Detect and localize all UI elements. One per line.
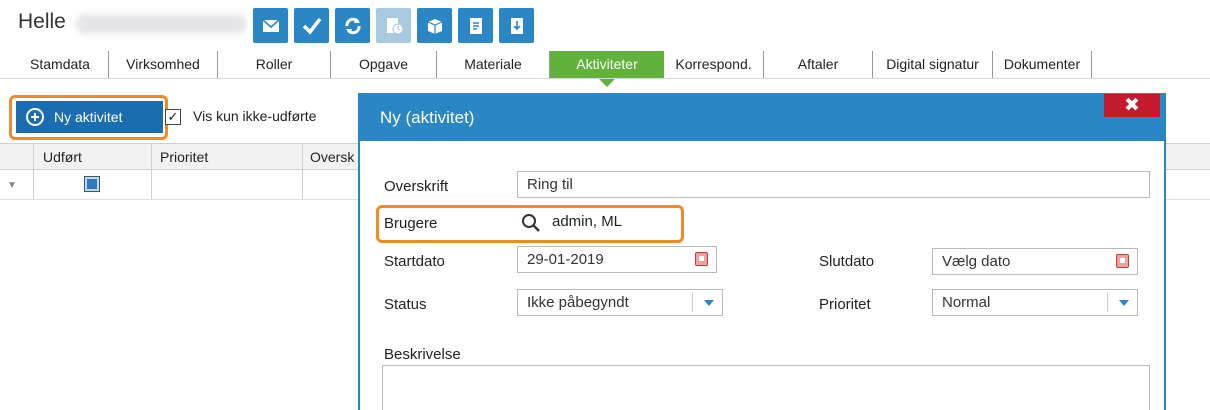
overskrift-field[interactable]: Ring til bbox=[517, 171, 1150, 198]
startdato-label: Startdato bbox=[384, 253, 445, 270]
new-activity-dialog: Ny (aktivitet) ✖ Overskrift Ring til Bru… bbox=[358, 93, 1166, 410]
tabs-divider bbox=[0, 78, 1210, 79]
tab-materiale[interactable]: Materiale bbox=[437, 51, 550, 78]
tab-aktiviteter[interactable]: Aktiviteter bbox=[550, 51, 664, 87]
brugere-value: admin, ML bbox=[552, 213, 623, 230]
plus-circle-icon bbox=[26, 108, 44, 126]
new-activity-label: Ny aktivitet bbox=[54, 109, 123, 125]
refresh-button[interactable] bbox=[335, 8, 370, 43]
download-document-icon bbox=[510, 17, 523, 34]
brugere-label: Brugere bbox=[384, 215, 438, 232]
download-button[interactable] bbox=[499, 8, 534, 43]
record-title: Helle bbox=[18, 10, 66, 33]
show-only-incomplete-label: Vis kun ikke-udførte bbox=[193, 108, 317, 124]
udfort-filter-checkbox[interactable] bbox=[84, 176, 100, 192]
envelope-icon bbox=[261, 18, 280, 32]
redacted-name bbox=[76, 14, 246, 34]
prioritet-select[interactable]: Normal bbox=[932, 289, 1138, 316]
beskrivelse-label: Beskrivelse bbox=[384, 346, 461, 363]
column-header-prioritet[interactable]: Prioritet bbox=[160, 149, 208, 165]
slutdato-field[interactable]: Vælg dato bbox=[932, 248, 1138, 275]
new-activity-button[interactable]: Ny aktivitet bbox=[16, 101, 163, 133]
chevron-down-icon[interactable] bbox=[1119, 300, 1129, 306]
dialog-header: Ny (aktivitet) bbox=[360, 95, 1164, 141]
tab-virksomhed[interactable]: Virksomhed bbox=[109, 51, 218, 78]
document-clock-icon bbox=[386, 17, 403, 34]
complete-button[interactable] bbox=[294, 8, 329, 43]
tab-roller[interactable]: Roller bbox=[218, 51, 331, 78]
schedule-document-button[interactable] bbox=[376, 8, 411, 43]
search-icon[interactable] bbox=[521, 213, 541, 233]
tab-digital-signatur[interactable]: Digital signatur bbox=[873, 51, 993, 78]
email-button[interactable] bbox=[253, 8, 288, 43]
startdato-field[interactable]: 29-01-2019 bbox=[517, 246, 717, 273]
calendar-icon[interactable] bbox=[1116, 254, 1129, 268]
toolbar bbox=[253, 8, 534, 43]
overskrift-label: Overskrift bbox=[384, 178, 449, 195]
tab-opgave[interactable]: Opgave bbox=[331, 51, 437, 78]
startdato-value: 29-01-2019 bbox=[527, 251, 604, 268]
prioritet-value: Normal bbox=[942, 294, 991, 311]
slutdato-label: Slutdato bbox=[819, 253, 875, 270]
column-header-overskrift[interactable]: Oversk bbox=[310, 149, 354, 165]
status-label: Status bbox=[384, 296, 427, 313]
dropdown-divider bbox=[692, 293, 693, 312]
dropdown-divider bbox=[1107, 293, 1108, 312]
tab-korrespond[interactable]: Korrespond. bbox=[664, 51, 764, 78]
filter-funnel-icon[interactable]: ▼ bbox=[7, 180, 17, 191]
status-value: Ikke påbegyndt bbox=[527, 294, 629, 311]
slutdato-value: Vælg dato bbox=[942, 253, 1011, 270]
package-button[interactable] bbox=[417, 8, 452, 43]
document-button[interactable] bbox=[458, 8, 493, 43]
chevron-down-icon[interactable] bbox=[704, 300, 714, 306]
checkmark-icon bbox=[302, 17, 321, 35]
document-list-icon bbox=[469, 17, 482, 34]
dialog-title: Ny (aktivitet) bbox=[380, 108, 475, 127]
tab-bar: Stamdata Virksomhed Roller Opgave Materi… bbox=[12, 51, 1092, 87]
refresh-icon bbox=[344, 17, 361, 34]
tab-aftaler[interactable]: Aftaler bbox=[764, 51, 873, 78]
column-header-udfort[interactable]: Udført bbox=[43, 149, 82, 165]
close-button[interactable]: ✖ bbox=[1104, 94, 1160, 117]
status-select[interactable]: Ikke påbegyndt bbox=[517, 289, 723, 316]
prioritet-label: Prioritet bbox=[819, 296, 871, 313]
tab-stamdata[interactable]: Stamdata bbox=[12, 51, 109, 78]
show-only-incomplete-checkbox[interactable]: ✓ bbox=[165, 109, 181, 125]
calendar-icon[interactable] bbox=[695, 252, 708, 266]
beskrivelse-textarea[interactable] bbox=[382, 365, 1150, 410]
box-icon bbox=[427, 18, 442, 34]
tab-dokumenter[interactable]: Dokumenter bbox=[993, 51, 1092, 78]
